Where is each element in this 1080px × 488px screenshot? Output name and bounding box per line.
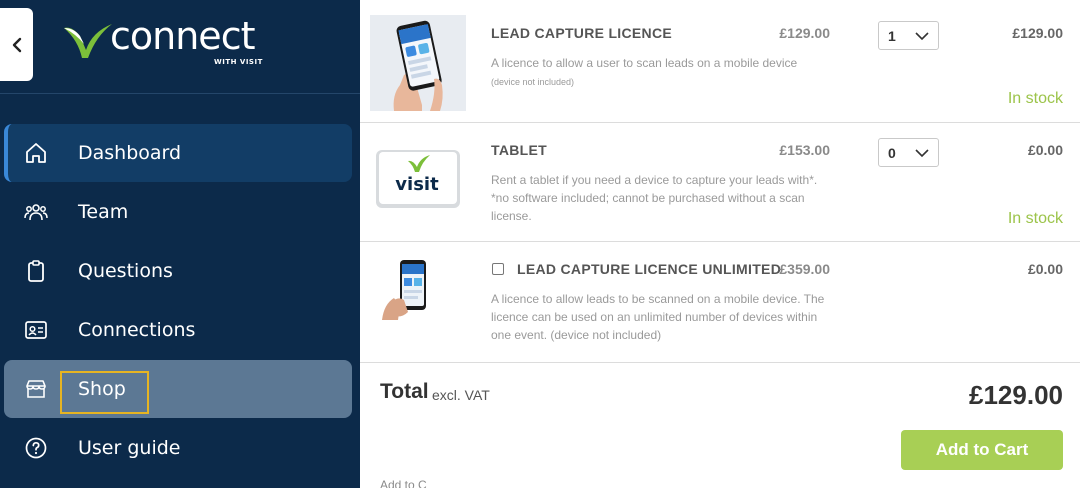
- sidebar-item-shop[interactable]: Shop: [4, 360, 352, 418]
- chevron-down-icon: [915, 32, 929, 41]
- chevron-left-icon: [12, 37, 21, 52]
- sidebar-item-questions[interactable]: Questions: [4, 242, 352, 300]
- line-total: £0.00: [1027, 142, 1063, 158]
- product-description: Rent a tablet if you need a device to ca…: [491, 173, 818, 223]
- product-row: LEAD CAPTURE LICENCE UNLIMITED £359.00 A…: [360, 242, 1080, 363]
- contact-card-icon: [25, 321, 47, 339]
- brand-logo[interactable]: connect WITH VISIT: [62, 14, 272, 72]
- team-icon: [24, 204, 48, 221]
- sidebar-item-label: Questions: [78, 260, 173, 282]
- chevron-down-icon: [915, 149, 929, 158]
- sidebar: connect WITH VISIT Dashboard Team Questi…: [0, 0, 360, 488]
- product-description: A licence to allow a user to scan leads …: [491, 56, 798, 70]
- stock-status: In stock: [1007, 90, 1063, 107]
- quantity-select[interactable]: 0: [878, 138, 939, 167]
- quantity-value: 0: [888, 145, 896, 161]
- partial-link-text[interactable]: Add to C: [380, 478, 427, 488]
- product-price: £153.00: [779, 142, 830, 158]
- selection-highlight-box: [60, 371, 149, 414]
- tablet-screen-text: visit: [395, 174, 439, 195]
- checkmark-logo-icon: [64, 24, 112, 58]
- product-row: visit TABLET £153.00 Rent a tablet if yo…: [360, 123, 1080, 242]
- sidebar-item-team[interactable]: Team: [4, 183, 352, 241]
- quantity-select[interactable]: 1: [878, 21, 939, 50]
- total-vat-note: excl. VAT: [432, 387, 490, 403]
- home-icon: [26, 143, 46, 163]
- total-value: £129.00: [969, 380, 1063, 410]
- app-root: connect WITH VISIT Dashboard Team Questi…: [0, 0, 1080, 488]
- product-name: LEAD CAPTURE LICENCE: [491, 25, 673, 41]
- product-price: £129.00: [779, 25, 830, 41]
- product-description: A licence to allow leads to be scanned o…: [491, 292, 825, 342]
- sidebar-item-user-guide[interactable]: User guide: [4, 419, 352, 477]
- line-total: £129.00: [1012, 25, 1063, 41]
- total-label: Total: [380, 380, 429, 403]
- product-name: LEAD CAPTURE LICENCE UNLIMITED: [517, 261, 782, 277]
- sidebar-item-label: User guide: [78, 437, 181, 459]
- sidebar-divider: [0, 93, 360, 94]
- product-row: LEAD CAPTURE LICENCE £129.00 A licence t…: [360, 0, 1080, 123]
- cart-panel: LEAD CAPTURE LICENCE £129.00 A licence t…: [360, 0, 1080, 488]
- brand-tagline: WITH VISIT: [214, 58, 263, 66]
- sidebar-item-label: Dashboard: [78, 142, 182, 164]
- phone-in-hand-image: [382, 260, 426, 320]
- sidebar-item-label: Team: [78, 201, 129, 223]
- help-circle-icon: [25, 437, 47, 459]
- phone-in-hand-image: [370, 15, 466, 111]
- sidebar-item-label: Connections: [78, 319, 196, 341]
- tablet-image: visit: [376, 150, 460, 208]
- product-name: TABLET: [491, 142, 547, 158]
- product-note: (device not included): [491, 77, 575, 87]
- product-price: £359.00: [779, 261, 830, 277]
- line-total: £0.00: [1027, 261, 1063, 277]
- clipboard-icon: [28, 260, 44, 282]
- sidebar-collapse-button[interactable]: [0, 8, 33, 81]
- stock-status: In stock: [1007, 210, 1063, 227]
- quantity-value: 1: [888, 28, 896, 44]
- add-to-cart-button[interactable]: Add to Cart: [901, 430, 1063, 470]
- store-icon: [26, 380, 46, 398]
- select-product-checkbox[interactable]: [492, 263, 504, 275]
- sidebar-item-dashboard[interactable]: Dashboard: [4, 124, 352, 182]
- brand-name: connect: [110, 14, 255, 58]
- sidebar-item-connections[interactable]: Connections: [4, 301, 352, 359]
